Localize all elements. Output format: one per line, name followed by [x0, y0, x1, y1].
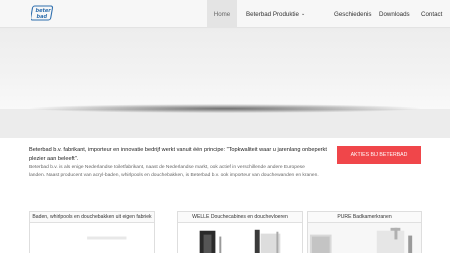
- beterbad-logo[interactable]: beter bad: [31, 5, 55, 22]
- nav-produktie-label: Beterbad Produktie: [246, 10, 299, 18]
- svg-text:bad: bad: [37, 14, 48, 20]
- card-title-baden[interactable]: Baden, whirlpools en douchebakken uit ei…: [30, 212, 154, 223]
- nav-item-contact[interactable]: Contact: [418, 0, 450, 28]
- intro-body-text: Beterbad b.v. is als enige Nederlandse t…: [29, 165, 319, 178]
- nav-item-geschiedenis[interactable]: Geschiedenis: [334, 0, 376, 28]
- top-navigation-bar: beter bad Home Beterbad Produktie ⌄ Gesc…: [0, 0, 450, 28]
- card-title-pure[interactable]: PURE Badkamerkranen: [308, 212, 421, 223]
- shower-cabin-product-image[interactable]: [178, 223, 302, 253]
- nav-item-home[interactable]: Home: [207, 0, 237, 28]
- nav-contact-label: Contact: [421, 10, 443, 18]
- product-card-baden[interactable]: Baden, whirlpools en douchebakken uit ei…: [29, 211, 155, 253]
- acties-button[interactable]: AKTIES BIJ BETERBAD: [337, 146, 421, 164]
- bathtub-product-image[interactable]: [30, 223, 154, 253]
- main-nav: Home Beterbad Produktie ⌄ Geschiedenis D…: [207, 0, 450, 28]
- hero-slider-area: [0, 29, 450, 109]
- card-title-welle[interactable]: WELLE Douchecabines en douchevloeren: [178, 212, 302, 223]
- nav-item-beterbad-produktie[interactable]: Beterbad Produktie ⌄: [240, 0, 334, 28]
- faucet-product-image[interactable]: [308, 223, 421, 253]
- product-card-welle[interactable]: WELLE Douchecabines en douchevloeren: [177, 211, 303, 253]
- intro-lead-text: Beterbad b.v. fabrikant, importeur en in…: [29, 147, 327, 162]
- product-card-pure[interactable]: PURE Badkamerkranen: [307, 211, 422, 253]
- nav-downloads-label: Downloads: [379, 10, 410, 18]
- hero-shadow-divider: [30, 104, 420, 113]
- chevron-down-icon: ⌄: [300, 11, 306, 17]
- nav-item-downloads[interactable]: Downloads: [376, 0, 418, 28]
- nav-home-label: Home: [213, 10, 231, 18]
- nav-geschiedenis-label: Geschiedenis: [334, 10, 372, 18]
